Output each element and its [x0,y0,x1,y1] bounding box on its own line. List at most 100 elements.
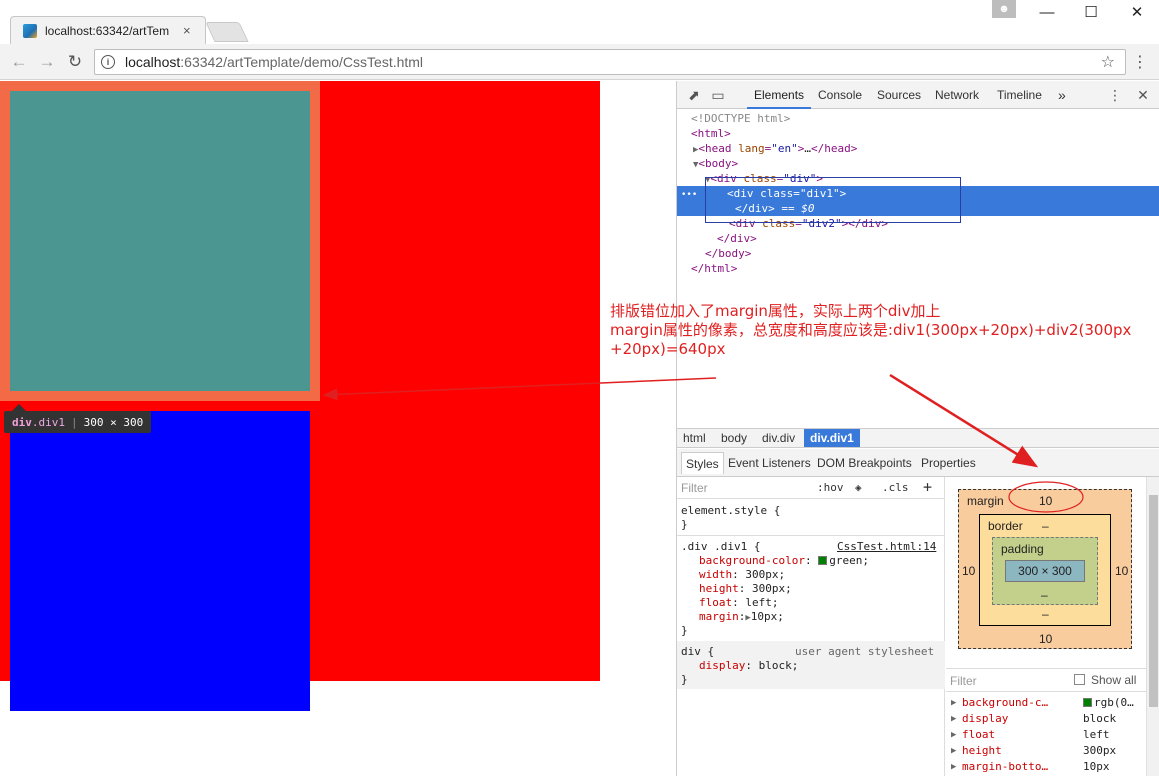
div1-box [10,91,310,391]
div2-box [10,411,310,711]
border-bottom-value[interactable]: – [1042,607,1049,621]
tab-styles[interactable]: Styles [681,452,724,474]
prop-height[interactable]: height: 300px; [699,582,792,596]
box-model-border[interactable]: border – – padding – 300 × 300 [979,514,1111,626]
crumb-div-div1[interactable]: div.div1 [804,429,860,447]
computed-filter-input[interactable]: Filter [950,674,977,688]
element-style-selector: element.style { [681,504,781,517]
dom-tree: <!DOCTYPE html> <html> ▶<head lang="en">… [677,109,1159,429]
user-profile-icon[interactable]: ☻ [992,0,1016,18]
rule-selector: .div .div1 { [681,540,761,553]
box-model-padding[interactable]: padding – 300 × 300 [992,537,1098,605]
tab-dom-breakpoints[interactable]: DOM Breakpoints [813,452,916,474]
box-model-content[interactable]: 300 × 300 [1005,560,1085,582]
box-model: margin 10 10 10 10 border – – padding – … [946,477,1146,667]
browser-toolbar: ← → ↻ i localhost:63342/artTemplate/demo… [0,44,1159,80]
styles-tabbar: Styles Event Listeners DOM Breakpoints P… [677,449,1159,477]
back-arrow-icon[interactable]: ← [8,52,30,72]
element-tooltip: div .div1 | 300 × 300 [4,411,152,433]
computed-row[interactable]: ▶ float left [946,727,1146,743]
green-swatch[interactable] [818,556,828,565]
dom-body-close[interactable]: </body> [677,246,1159,261]
prop-float[interactable]: float: left; [699,596,779,610]
devtools-menu-icon[interactable]: ⋮ [1106,86,1124,104]
tab-close-icon[interactable]: × [183,23,191,38]
dom-div-close[interactable]: </div> [677,231,1159,246]
address-bar[interactable]: i localhost:63342/artTemplate/demo/CssTe… [94,49,1126,75]
url-text: localhost:63342/artTemplate/demo/CssTest… [125,54,424,70]
tooltip-class: .div1 [31,415,65,429]
reload-icon[interactable]: ↻ [64,52,86,72]
tab-sources[interactable]: Sources [870,81,928,109]
computed-row[interactable]: ▶ margin-botto… 10px [946,759,1146,775]
computed-filter-row: Filter Show all [946,668,1146,692]
tooltip-size: 300 × 300 [83,415,144,429]
color-format-icon[interactable]: ◈ [855,481,862,494]
computed-scrollbar[interactable] [1146,477,1159,776]
computed-row[interactable]: ▶ background-c… rgb(0… [946,695,1146,711]
favicon-icon [23,23,37,38]
border-top-value[interactable]: – [1042,519,1049,533]
tooltip-arrow [12,404,26,411]
annotation-highlight-box [705,177,961,223]
margin-bottom-value[interactable]: 10 [1039,632,1052,646]
prop-background-color[interactable]: background-color: green; [699,554,869,568]
scrollbar-thumb[interactable] [1149,495,1158,707]
annotation-line: 排版错位加入了margin属性，实际上两个div加上 [610,302,941,320]
dom-body[interactable]: ▼<body> [677,156,1159,171]
cls-toggle[interactable]: .cls [882,481,909,494]
padding-bottom-value[interactable]: – [1041,588,1048,602]
close-window-button[interactable]: ✕ [1114,0,1159,24]
annotation-note: 排版错位加入了margin属性，实际上两个div加上 margin属性的像素，总… [610,302,1150,359]
computed-styles-list: ▶ background-c… rgb(0… ▶ display block ▶ floa… [946,693,1146,776]
show-all-label: Show all [1091,673,1137,687]
browser-menu-icon[interactable]: ⋮ [1132,52,1148,72]
rule-source-link[interactable]: CssTest.html:14 [837,540,936,554]
browser-titlebar: localhost:63342/artTem × ☻ — ☐ ✕ [0,0,1159,44]
tab-timeline[interactable]: Timeline [990,81,1049,109]
prop-margin[interactable]: margin:▶10px; [699,610,784,624]
ua-source: user agent stylesheet [795,645,935,658]
tab-properties[interactable]: Properties [917,452,980,474]
prop-width[interactable]: width: 300px; [699,568,785,582]
dom-html[interactable]: <html> [677,126,1159,141]
tab-network[interactable]: Network [928,81,986,109]
styles-filter-input[interactable]: Filter [681,481,708,495]
browser-tab[interactable]: localhost:63342/artTem × [10,16,206,44]
dom-head[interactable]: ▶<head lang="en">…</head> [677,141,1159,156]
border-label: border [988,519,1023,533]
tab-elements[interactable]: Elements [747,81,812,109]
crumb-body[interactable]: body [715,429,753,447]
devtools-close-icon[interactable]: ✕ [1134,86,1152,104]
bookmark-star-icon[interactable]: ☆ [1101,52,1115,72]
devtools-panel: ⬈ ▭ Elements Console Sources Network Tim… [676,81,1159,776]
ua-rule-close: } [681,673,688,686]
maximize-button[interactable]: ☐ [1068,0,1114,24]
ua-selector: div { [681,645,715,658]
crumb-html[interactable]: html [677,429,712,447]
computed-row[interactable]: ▶ display block [946,711,1146,727]
more-tabs-icon[interactable]: » [1051,81,1073,109]
rule-close-2: } [681,624,688,637]
margin-left-value[interactable]: 10 [962,564,975,578]
info-icon[interactable]: i [101,55,115,69]
tab-console[interactable]: Console [811,81,869,109]
tooltip-tag: div [12,415,32,429]
new-rule-button[interactable]: + [923,478,932,496]
computed-row[interactable]: ▶ height 300px [946,743,1146,759]
show-all-checkbox[interactable] [1074,674,1085,685]
padding-label: padding [1001,542,1044,556]
dom-html-close[interactable]: </html> [677,261,1159,276]
minimize-button[interactable]: — [1024,0,1070,24]
dom-doctype[interactable]: <!DOCTYPE html> [677,111,1159,126]
annotation-line: margin属性的像素，总宽度和高度应该是:div1(300px+20px)+d… [610,321,1132,339]
inspect-element-icon[interactable]: ⬈ [685,86,703,104]
margin-right-value[interactable]: 10 [1115,564,1128,578]
hov-toggle[interactable]: :hov [817,481,844,494]
devtools-tabbar: ⬈ ▭ Elements Console Sources Network Tim… [677,81,1159,109]
crumb-div-div[interactable]: div.div [756,429,801,447]
new-tab-button[interactable] [205,22,249,42]
forward-arrow-icon[interactable]: → [36,52,58,72]
device-toolbar-icon[interactable]: ▭ [709,86,727,104]
tab-event-listeners[interactable]: Event Listeners [724,452,815,474]
